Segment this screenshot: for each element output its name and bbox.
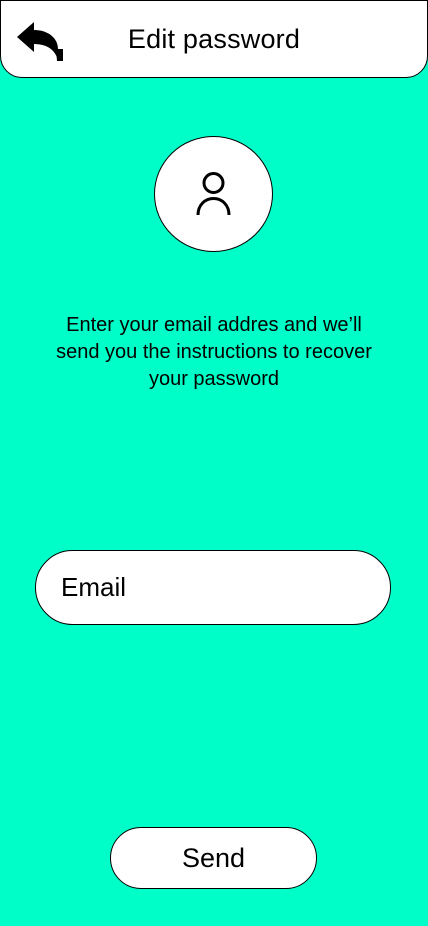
top-bar: Edit password [0, 0, 428, 78]
page-title: Edit password [127, 24, 301, 54]
send-button[interactable]: Send [110, 827, 317, 889]
instructions-text: Enter your email addres and we’ll send y… [56, 314, 372, 390]
email-field-container[interactable] [35, 550, 391, 625]
avatar [154, 136, 273, 252]
email-field[interactable] [61, 551, 361, 624]
user-icon [196, 172, 231, 216]
